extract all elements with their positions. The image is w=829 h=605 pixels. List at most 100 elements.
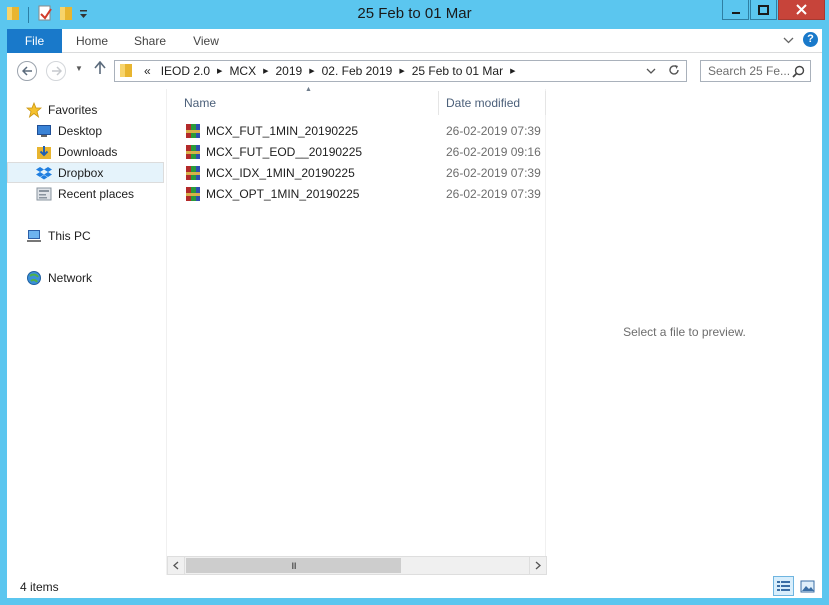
breadcrumb-arrow-icon[interactable]: ▶ — [261, 67, 270, 75]
nav-network[interactable]: Network — [25, 267, 163, 288]
close-icon — [796, 4, 807, 15]
nav-desktop[interactable]: Desktop — [35, 120, 163, 141]
file-name: MCX_FUT_1MIN_20190225 — [206, 123, 359, 138]
breadcrumb-arrow-icon[interactable]: ▶ — [215, 67, 224, 75]
recent-locations-dropdown[interactable]: ▼ — [75, 64, 83, 73]
large-icons-view-icon — [800, 580, 815, 592]
explorer-body: Favorites Desktop Downloads Dropbox Rece… — [7, 86, 822, 575]
file-row[interactable]: MCX_OPT_1MIN_20190225 26-02-2019 07:39 — [167, 183, 546, 204]
network-icon — [25, 270, 43, 286]
details-view-button[interactable] — [773, 576, 794, 596]
search-placeholder: Search 25 Fe... — [708, 64, 791, 78]
ribbon-tab-bar: File Home Share View ? — [7, 29, 822, 53]
chevron-down-icon[interactable] — [646, 66, 656, 78]
file-row[interactable]: MCX_FUT_EOD__20190225 26-02-2019 09:16 — [167, 141, 546, 162]
archive-file-icon — [186, 123, 200, 138]
recent-places-icon — [35, 186, 53, 202]
preview-pane: Select a file to preview. — [547, 89, 822, 575]
nav-downloads-label: Downloads — [58, 144, 118, 159]
file-row[interactable]: MCX_FUT_1MIN_20190225 26-02-2019 07:39 — [167, 120, 546, 141]
maximize-icon — [758, 4, 769, 15]
nav-dropbox-label: Dropbox — [58, 165, 104, 180]
horizontal-scrollbar[interactable]: III — [167, 556, 547, 575]
star-icon — [25, 101, 43, 118]
tab-view[interactable]: View — [181, 29, 231, 53]
arrow-up-icon — [94, 60, 106, 74]
back-button[interactable] — [17, 61, 37, 81]
details-view-icon — [777, 580, 790, 591]
breadcrumb-item[interactable]: 02. Feb 2019 — [317, 64, 398, 78]
computer-icon — [25, 228, 43, 244]
large-icons-view-button[interactable] — [797, 576, 818, 596]
scroll-left-button[interactable] — [168, 557, 185, 574]
breadcrumb: « IEOD 2.0 ▶ MCX ▶ 2019 ▶ 02. Feb 2019 ▶… — [139, 64, 518, 78]
nav-dropbox[interactable]: Dropbox — [7, 162, 164, 183]
dropbox-icon — [35, 165, 53, 181]
file-name: MCX_FUT_EOD__20190225 — [206, 144, 363, 159]
breadcrumb-arrow-icon[interactable]: ▶ — [397, 67, 406, 75]
file-name: MCX_OPT_1MIN_20190225 — [206, 186, 360, 201]
breadcrumb-overflow[interactable]: « — [139, 64, 156, 78]
navigation-pane: Favorites Desktop Downloads Dropbox Rece… — [7, 89, 165, 575]
up-button[interactable] — [94, 60, 106, 79]
nav-this-pc-label: This PC — [48, 228, 91, 243]
breadcrumb-item[interactable]: IEOD 2.0 — [156, 64, 215, 78]
navigation-bar: ▼ « IEOD 2.0 ▶ MCX ▶ 2019 ▶ 02. Feb 2019… — [7, 53, 822, 89]
item-count: 4 items — [20, 580, 59, 594]
tab-file[interactable]: File — [7, 29, 62, 53]
scroll-right-button[interactable] — [529, 557, 546, 574]
tab-home[interactable]: Home — [67, 29, 117, 53]
nav-network-label: Network — [48, 270, 93, 285]
maximize-button[interactable] — [750, 0, 777, 20]
expand-ribbon-icon[interactable] — [783, 33, 794, 47]
desktop-icon — [35, 123, 53, 139]
ribbon-right-controls: ? — [783, 32, 818, 47]
minimize-icon — [731, 11, 740, 14]
search-input[interactable]: Search 25 Fe... — [700, 60, 811, 82]
chevron-left-icon — [173, 561, 179, 570]
tab-share[interactable]: Share — [125, 29, 175, 53]
minimize-button[interactable] — [722, 0, 749, 20]
arrow-right-icon — [51, 66, 62, 76]
archive-file-icon — [186, 186, 200, 201]
file-date-modified: 26-02-2019 09:16 — [446, 144, 541, 159]
help-button[interactable]: ? — [803, 32, 818, 47]
chevron-right-icon — [535, 561, 541, 570]
window-title: 25 Feb to 01 Mar — [357, 5, 472, 22]
breadcrumb-item[interactable]: 25 Feb to 01 Mar — [407, 64, 508, 78]
nav-desktop-label: Desktop — [58, 123, 103, 138]
file-date-modified: 26-02-2019 07:39 — [446, 186, 541, 201]
scrollbar-thumb[interactable]: III — [186, 558, 401, 573]
archive-file-icon — [186, 165, 200, 180]
refresh-icon[interactable] — [668, 64, 680, 79]
status-bar: 4 items — [7, 575, 822, 598]
preview-message: Select a file to preview. — [623, 325, 746, 339]
nav-this-pc[interactable]: This PC — [25, 225, 163, 246]
view-toggle — [773, 576, 818, 596]
forward-button[interactable] — [46, 61, 66, 81]
nav-recent-places[interactable]: Recent places — [35, 183, 163, 204]
file-name: MCX_IDX_1MIN_20190225 — [206, 165, 355, 180]
column-header-name[interactable]: Name — [167, 91, 439, 115]
nav-recent-places-label: Recent places — [58, 186, 135, 201]
file-date-modified: 26-02-2019 07:39 — [446, 165, 541, 180]
column-header-date-modified[interactable]: Date modified — [440, 91, 546, 115]
breadcrumb-arrow-icon[interactable]: ▶ — [508, 67, 517, 75]
window-controls — [722, 0, 825, 20]
archive-file-icon — [186, 144, 200, 159]
title-bar: 25 Feb to 01 Mar — [0, 0, 829, 29]
search-icon[interactable] — [792, 64, 805, 84]
address-bar-controls — [646, 64, 680, 79]
close-button[interactable] — [778, 0, 825, 20]
file-row[interactable]: MCX_IDX_1MIN_20190225 26-02-2019 07:39 — [167, 162, 546, 183]
address-bar[interactable]: « IEOD 2.0 ▶ MCX ▶ 2019 ▶ 02. Feb 2019 ▶… — [114, 60, 687, 82]
file-date-modified: 26-02-2019 07:39 — [446, 123, 541, 138]
nav-favorites[interactable]: Favorites — [25, 99, 163, 120]
nav-downloads[interactable]: Downloads — [35, 141, 163, 162]
breadcrumb-item[interactable]: MCX — [224, 64, 261, 78]
breadcrumb-item[interactable]: 2019 — [271, 64, 308, 78]
file-list: ▲ Name Date modified MCX_FUT_1MIN_201902… — [166, 86, 547, 575]
breadcrumb-arrow-icon[interactable]: ▶ — [307, 67, 316, 75]
downloads-icon — [35, 144, 53, 160]
folder-icon — [119, 62, 133, 81]
